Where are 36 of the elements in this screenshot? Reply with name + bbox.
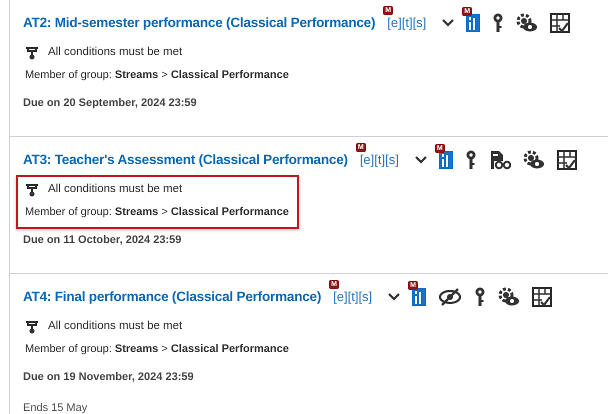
tag-link[interactable]: [e][t][s] bbox=[387, 13, 426, 33]
group-text: Member of group: Streams > Classical Performance bbox=[25, 342, 289, 357]
gear-eye-icon[interactable] bbox=[498, 287, 520, 307]
checklist-grid-icon[interactable] bbox=[550, 13, 570, 33]
chevron-down-icon[interactable] bbox=[388, 293, 400, 301]
due-date-text: Due on 11 October, 2024 23:59 bbox=[23, 232, 182, 248]
checklist-grid-icon[interactable] bbox=[556, 150, 577, 170]
gear-eye-icon[interactable] bbox=[522, 150, 545, 170]
chevron-down-icon[interactable] bbox=[442, 19, 454, 27]
branch-icon bbox=[25, 183, 39, 197]
tag-link[interactable]: [e][t][s] bbox=[360, 150, 399, 170]
bar-chart-icon[interactable] bbox=[438, 151, 453, 169]
branch-icon bbox=[25, 46, 39, 60]
group-text: Member of group: Streams > Classical Performance bbox=[25, 204, 289, 220]
end-date-text: Ends 15 May bbox=[23, 402, 88, 414]
document-glasses-icon[interactable] bbox=[488, 150, 511, 170]
key-icon[interactable] bbox=[464, 150, 477, 170]
conditions-text: All conditions must be met bbox=[48, 45, 182, 60]
conditions-text: All conditions must be met bbox=[48, 319, 182, 334]
branch-icon bbox=[25, 320, 39, 334]
chevron-down-icon[interactable] bbox=[414, 156, 427, 164]
assignment-link[interactable]: AT4: Final performance (Classical Performance) bbox=[23, 286, 322, 308]
eye-slash-icon[interactable] bbox=[438, 287, 462, 307]
assignment-link[interactable]: AT3: Teacher's Assessment (Classical Performance) bbox=[23, 150, 348, 170]
key-icon[interactable] bbox=[474, 287, 486, 307]
key-icon[interactable] bbox=[492, 13, 504, 33]
group-text: Member of group: Streams > Classical Performance bbox=[25, 68, 289, 83]
checklist-grid-icon[interactable] bbox=[532, 287, 552, 307]
conditions-text: All conditions must be met bbox=[48, 182, 182, 198]
due-date-text: Due on 20 September, 2024 23:59 bbox=[23, 96, 197, 111]
due-date-text: Due on 19 November, 2024 23:59 bbox=[23, 370, 194, 385]
gear-eye-icon[interactable] bbox=[516, 13, 538, 33]
bar-chart-icon[interactable] bbox=[466, 14, 480, 32]
assignment-link[interactable]: AT2: Mid-semester performance (Classical Performance) bbox=[23, 12, 376, 34]
tag-link[interactable]: [e][t][s] bbox=[333, 287, 372, 307]
bar-chart-icon[interactable] bbox=[412, 288, 426, 306]
